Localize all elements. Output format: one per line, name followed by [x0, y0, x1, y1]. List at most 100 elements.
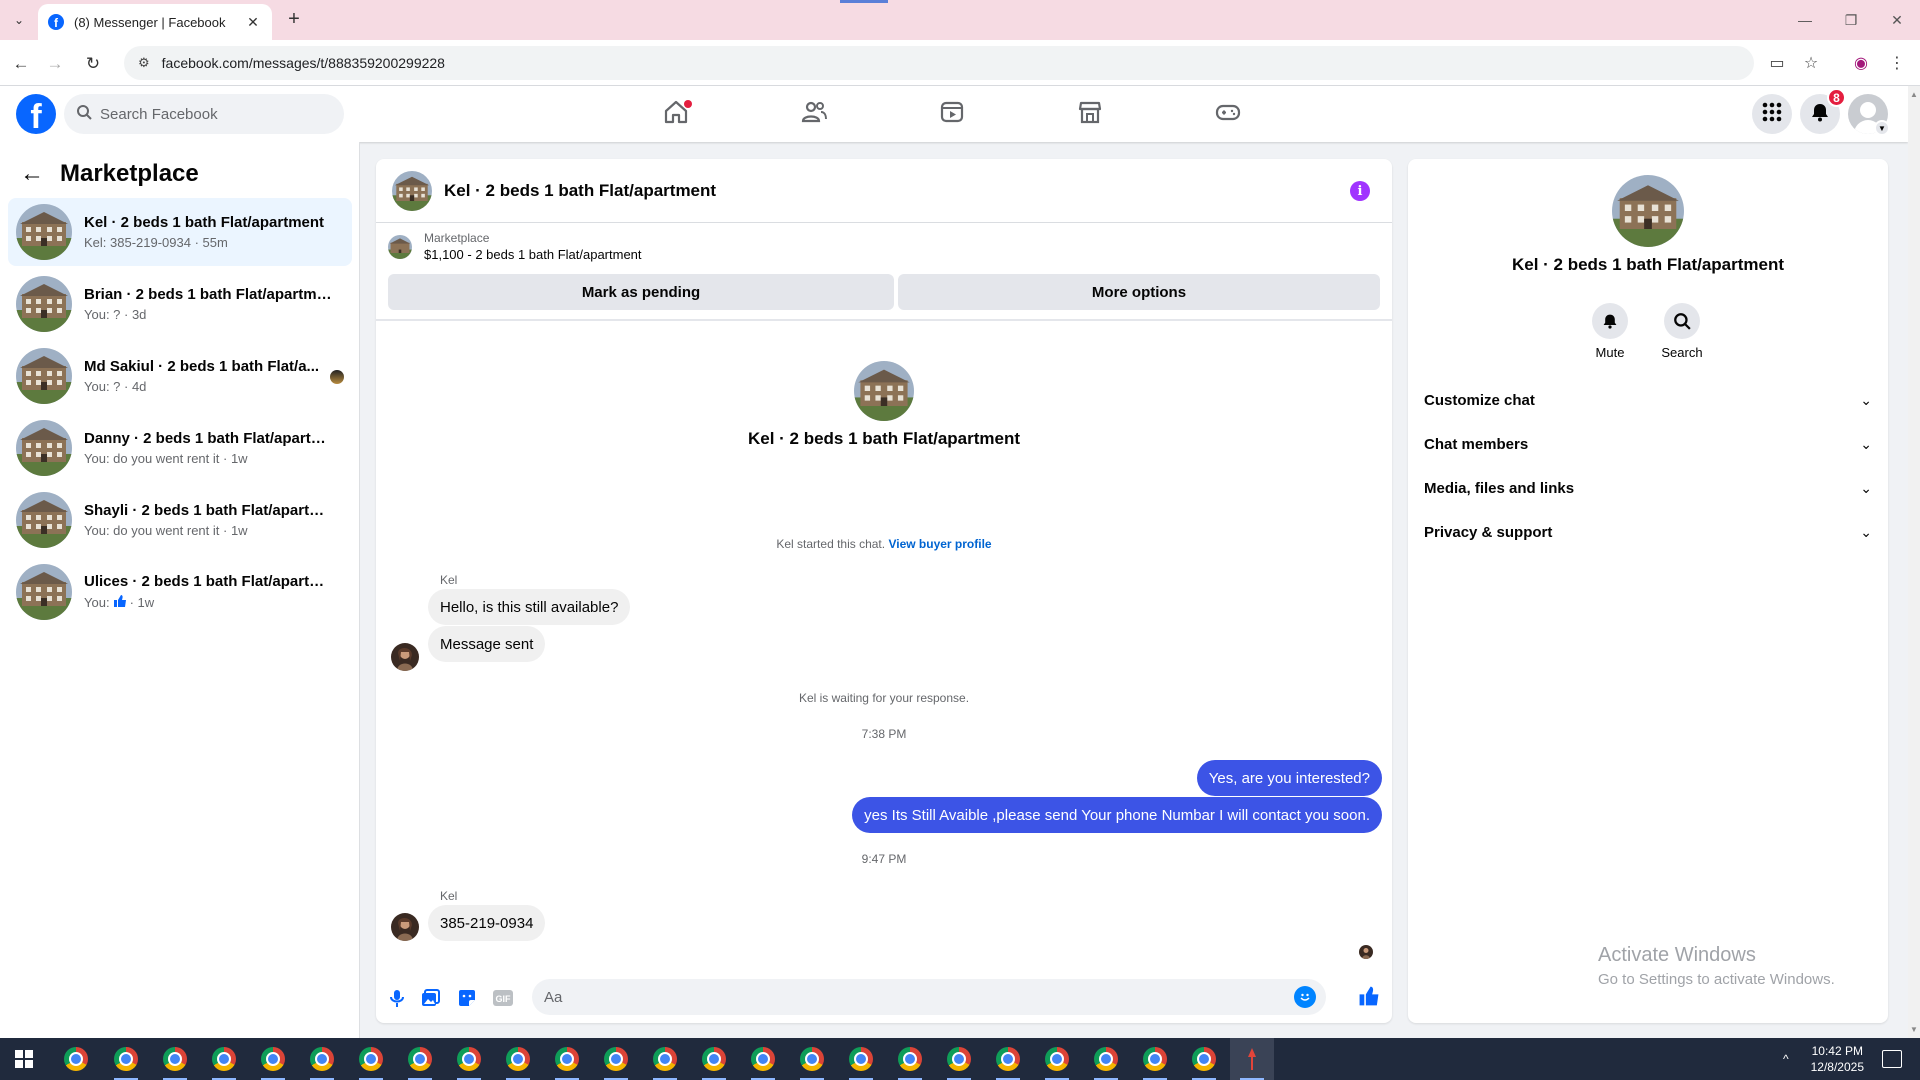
taskbar-chrome-icon[interactable] — [398, 1038, 442, 1080]
taskbar-chrome-icon[interactable] — [1084, 1038, 1128, 1080]
reload-button[interactable]: ↻ — [80, 51, 106, 77]
browser-menu-icon[interactable]: ⋮ — [1886, 52, 1908, 74]
chevron-down-icon[interactable]: ▼ — [1874, 120, 1890, 136]
conversation-name: Danny · 2 beds 1 bath Flat/apartm... — [84, 430, 334, 447]
windows-start-icon[interactable] — [0, 1038, 48, 1080]
nav-friends[interactable] — [758, 86, 870, 142]
system-tray: ^ 10:42 PM 12/8/2025 — [1783, 1038, 1920, 1080]
listing-summary[interactable]: Marketplace $1,100 - 2 beds 1 bath Flat/… — [388, 231, 642, 262]
url-bar[interactable]: ⚙ facebook.com/messages/t/88835920029922… — [124, 46, 1754, 80]
conversation-item[interactable]: Kel · 2 beds 1 bath Flat/apartment Kel: … — [8, 198, 352, 266]
scroll-up-icon[interactable]: ▲ — [1910, 90, 1918, 99]
taskbar-chrome-icon[interactable] — [153, 1038, 197, 1080]
back-button[interactable]: ← — [8, 51, 34, 77]
bookmark-star-icon[interactable]: ☆ — [1800, 52, 1822, 74]
taskbar-chrome-icon[interactable] — [888, 1038, 932, 1080]
taskbar-chrome-icon[interactable] — [54, 1038, 98, 1080]
nav-home[interactable] — [620, 86, 732, 142]
search-input[interactable] — [100, 105, 320, 123]
nav-gaming[interactable] — [1172, 86, 1284, 142]
conversation-item[interactable]: Md Sakiul · 2 beds 1 bath Flat/a... You:… — [8, 342, 352, 410]
message-input-box[interactable] — [532, 979, 1326, 1015]
emoji-icon[interactable] — [1294, 986, 1316, 1008]
taskbar-chrome-icon[interactable] — [692, 1038, 736, 1080]
taskbar-chrome-icon[interactable] — [790, 1038, 834, 1080]
taskbar-chrome-icon[interactable] — [1035, 1038, 1079, 1080]
system-clock[interactable]: 10:42 PM 12/8/2025 — [1811, 1043, 1864, 1075]
view-buyer-profile-link[interactable]: View buyer profile — [888, 537, 991, 551]
notifications-button[interactable]: 8 — [1800, 88, 1846, 134]
taskbar-chrome-icon[interactable] — [1182, 1038, 1226, 1080]
restore-button[interactable]: ❐ — [1828, 0, 1874, 40]
profile-icon[interactable]: ◉ — [1850, 52, 1872, 74]
grid-menu-icon — [1762, 102, 1782, 127]
media-files-links-section[interactable]: Media, files and links ⌄ — [1424, 470, 1872, 506]
chat-avatar[interactable] — [392, 170, 432, 211]
taskbar-chrome-icon[interactable] — [594, 1038, 638, 1080]
taskbar-chrome-icon[interactable] — [937, 1038, 981, 1080]
nav-video[interactable] — [896, 86, 1008, 142]
mark-as-pending-button[interactable]: Mark as pending — [388, 274, 894, 310]
chevron-up-icon[interactable]: ^ — [1783, 1052, 1789, 1066]
forward-button[interactable]: → — [42, 51, 68, 77]
install-app-icon[interactable]: ▭ — [1766, 52, 1788, 74]
tab-close-icon[interactable]: ✕ — [244, 14, 262, 31]
taskbar-chrome-icon[interactable] — [545, 1038, 589, 1080]
page-scrollbar[interactable]: ▲ ▼ — [1908, 86, 1920, 1038]
browser-tab-messenger[interactable]: f (8) Messenger | Facebook ✕ — [38, 4, 272, 40]
chat-title[interactable]: Kel · 2 beds 1 bath Flat/apartment — [444, 181, 716, 201]
outgoing-message[interactable]: Yes, are you interested? — [1196, 760, 1382, 796]
more-options-button[interactable]: More options — [898, 274, 1380, 310]
incoming-message[interactable]: Hello, is this still available? — [428, 589, 631, 625]
taskbar-chrome-icon[interactable] — [202, 1038, 246, 1080]
taskbar-chrome-icon[interactable] — [643, 1038, 687, 1080]
scroll-down-icon[interactable]: ▼ — [1910, 1025, 1918, 1034]
mute-button[interactable]: Mute — [1570, 303, 1650, 360]
facebook-logo-icon[interactable]: f — [16, 94, 56, 134]
search-conversation-button[interactable]: Search — [1642, 303, 1722, 360]
outgoing-message[interactable]: yes Its Still Avaible ,please send Your … — [852, 797, 1382, 833]
like-thumbs-up-icon[interactable] — [1358, 985, 1380, 1007]
customize-chat-section[interactable]: Customize chat ⌄ — [1424, 382, 1872, 418]
conversation-item[interactable]: Shayli · 2 beds 1 bath Flat/apartme... Y… — [8, 486, 352, 554]
menu-button[interactable] — [1752, 94, 1792, 134]
sidebar-header: ← Marketplace — [20, 156, 199, 192]
taskbar-chrome-icon[interactable] — [741, 1038, 785, 1080]
back-arrow-icon[interactable]: ← — [20, 160, 44, 188]
conversation-item[interactable]: Brian · 2 beds 1 bath Flat/apartment You… — [8, 270, 352, 338]
sender-avatar[interactable] — [391, 643, 419, 671]
tab-search-button[interactable]: ⌄ — [8, 9, 30, 31]
facebook-search[interactable] — [64, 94, 344, 134]
microphone-icon[interactable] — [386, 987, 408, 1009]
taskbar-chrome-icon[interactable] — [104, 1038, 148, 1080]
site-info-icon[interactable]: ⚙ — [138, 55, 150, 71]
privacy-support-section[interactable]: Privacy & support ⌄ — [1424, 514, 1872, 550]
minimize-button[interactable]: — — [1782, 0, 1828, 40]
taskbar-chrome-icon[interactable] — [349, 1038, 393, 1080]
taskbar-active-app-icon[interactable] — [1230, 1038, 1274, 1080]
close-window-button[interactable]: ✕ — [1874, 0, 1920, 40]
taskbar-chrome-icon[interactable] — [986, 1038, 1030, 1080]
window-controls: — ❐ ✕ — [1782, 0, 1920, 40]
sender-avatar[interactable] — [391, 913, 419, 941]
taskbar-chrome-icon[interactable] — [839, 1038, 883, 1080]
message-input[interactable] — [544, 988, 1244, 1006]
conversation-item[interactable]: Danny · 2 beds 1 bath Flat/apartm... You… — [8, 414, 352, 482]
taskbar-chrome-icon[interactable] — [300, 1038, 344, 1080]
taskbar-chrome-icon[interactable] — [251, 1038, 295, 1080]
incoming-message[interactable]: 385-219-0934 — [428, 905, 546, 941]
intro-avatar — [854, 361, 914, 421]
new-tab-button[interactable]: + — [282, 8, 306, 32]
taskbar-chrome-icon[interactable] — [447, 1038, 491, 1080]
chat-members-section[interactable]: Chat members ⌄ — [1424, 426, 1872, 462]
notification-center-icon[interactable] — [1882, 1050, 1902, 1068]
conversation-item[interactable]: Ulices · 2 beds 1 bath Flat/apartme... Y… — [8, 558, 352, 626]
incoming-message[interactable]: Message sent — [428, 626, 546, 662]
taskbar-chrome-icon[interactable] — [1133, 1038, 1177, 1080]
nav-marketplace[interactable] — [1034, 86, 1146, 142]
sticker-icon[interactable] — [456, 987, 478, 1009]
gif-icon[interactable]: GIF — [492, 987, 514, 1009]
info-icon[interactable]: i — [1350, 181, 1370, 201]
taskbar-chrome-icon[interactable] — [496, 1038, 540, 1080]
photo-icon[interactable] — [420, 987, 442, 1009]
